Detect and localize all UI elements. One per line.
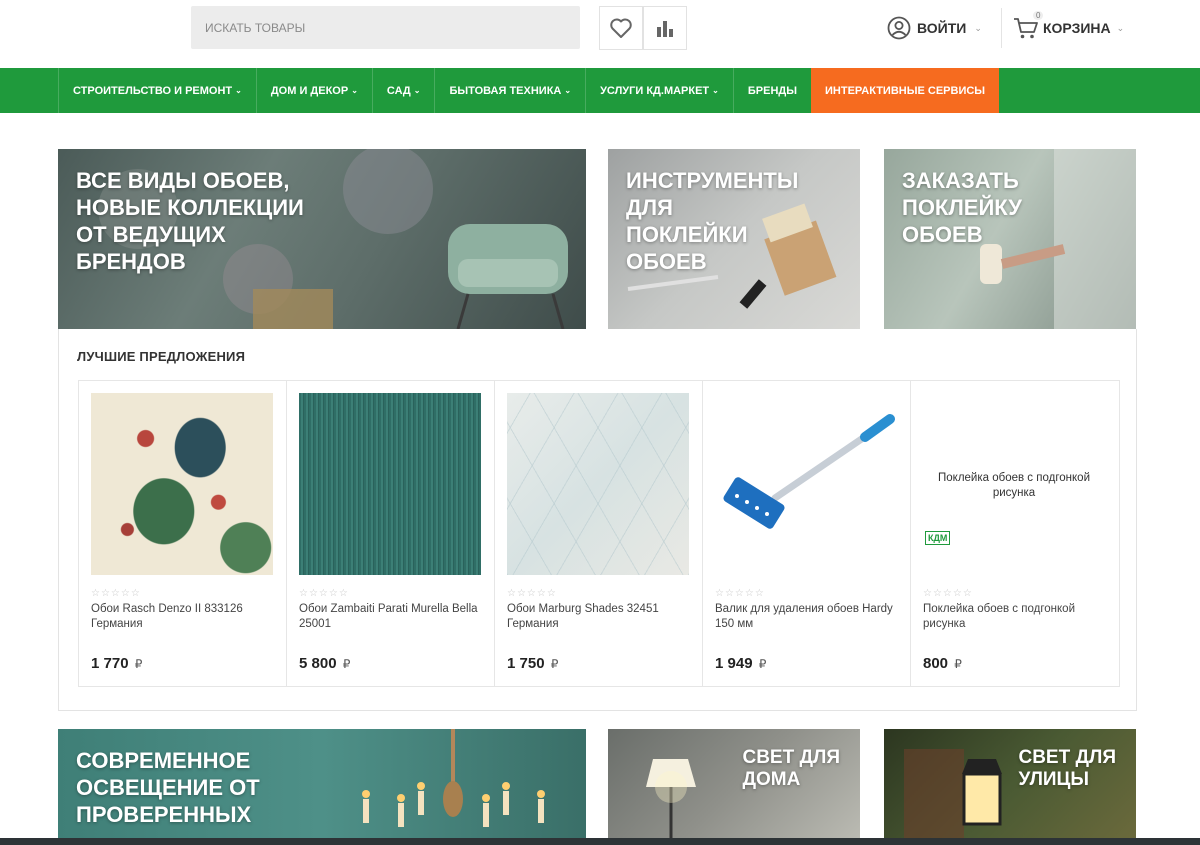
product-card[interactable]: ☆☆☆☆☆ Обои Rasch Denzo II 833126 Германи…: [79, 381, 287, 686]
product-name[interactable]: Обои Rasch Denzo II 833126 Германия: [91, 602, 277, 632]
product-name[interactable]: Поклейка обоев с подгонкой рисунка: [923, 602, 1109, 632]
banner-tools-text: ИНСТРУМЕНТЫ ДЛЯ ПОКЛЕЙКИ ОБОЕВ: [626, 168, 799, 274]
banner-home-light-text: СВЕТ ДЛЯ ДОМА: [742, 747, 840, 790]
product-price: 800 ₽: [923, 655, 962, 672]
product-card[interactable]: ☆☆☆☆☆ Обои Marburg Shades 32451 Германия…: [495, 381, 703, 686]
cart-button[interactable]: 0 КОРЗИНА ⌄: [1013, 11, 1125, 42]
best-offers-section: ЛУЧШИЕ ПРЕДЛОЖЕНИЯ ☆☆☆☆☆ Обои Rasch Denz…: [58, 329, 1137, 711]
banner-lighting[interactable]: СОВРЕМЕННОЕ ОСВЕЩЕНИЕ ОТ ПРОВЕРЕННЫХ: [58, 729, 586, 845]
chevron-down-icon: ⌄: [712, 86, 719, 95]
banner-wallpapers-text: ВСЕ ВИДЫ ОБОЕВ, НОВЫЕ КОЛЛЕКЦИИ ОТ ВЕДУЩ…: [76, 168, 304, 274]
product-image[interactable]: [507, 393, 689, 575]
nav-item-interactive-services[interactable]: ИНТЕРАКТИВНЫЕ СЕРВИСЫ: [811, 68, 1000, 113]
product-price: 5 800 ₽: [299, 655, 351, 672]
banner-home-light[interactable]: СВЕТ ДЛЯ ДОМА: [608, 729, 860, 845]
login-label: ВОЙТИ: [917, 20, 967, 36]
chevron-down-icon: ⌄: [235, 86, 242, 95]
product-image[interactable]: [299, 393, 481, 575]
product-price: 1 949 ₽: [715, 655, 767, 672]
nav-item-home-decor[interactable]: ДОМ И ДЕКОР ⌄: [255, 68, 372, 113]
main-nav: СТРОИТЕЛЬСТВО И РЕМОНТ ⌄ ДОМ И ДЕКОР ⌄ САД…: [0, 68, 1200, 113]
banner-wallpapers[interactable]: ВСЕ ВИДЫ ОБОЕВ, НОВЫЕ КОЛЛЕКЦИИ ОТ ВЕДУЩ…: [58, 149, 586, 329]
login-button[interactable]: ВОЙТИ ⌄: [887, 14, 982, 42]
nav-item-garden[interactable]: САД ⌄: [371, 68, 435, 113]
site-header: ВОЙТИ ⌄ 0 КОРЗИНА ⌄: [0, 0, 1200, 68]
rating-stars: ☆☆☆☆☆: [299, 588, 349, 599]
banner-street-light[interactable]: СВЕТ ДЛЯ УЛИЦЫ: [884, 729, 1136, 845]
header-divider: [1001, 8, 1002, 48]
chevron-down-icon: ⌄: [564, 86, 572, 95]
nav-item-construction[interactable]: СТРОИТЕЛЬСТВО И РЕМОНТ ⌄: [58, 68, 256, 113]
rating-stars: ☆☆☆☆☆: [923, 588, 973, 599]
product-card[interactable]: ☆☆☆☆☆ Обои Zambaiti Parati Murella Bella…: [287, 381, 495, 686]
bar-chart-icon: [657, 21, 673, 37]
product-image[interactable]: [91, 393, 273, 575]
bottom-bar: [0, 838, 1200, 845]
product-name[interactable]: Обои Marburg Shades 32451 Германия: [507, 602, 693, 632]
banner-order-text: ЗАКАЗАТЬ ПОКЛЕЙКУ ОБОЕВ: [902, 168, 1022, 247]
rating-stars: ☆☆☆☆☆: [91, 588, 141, 599]
banner-lighting-text: СОВРЕМЕННОЕ ОСВЕЩЕНИЕ ОТ ПРОВЕРЕННЫХ: [76, 748, 260, 827]
brand-logo: КДМ: [925, 531, 951, 545]
heart-icon: [610, 18, 632, 38]
product-image[interactable]: Поклейка обоев с подгонкой рисунка КДМ: [923, 393, 1105, 575]
banner-tools[interactable]: ИНСТРУМЕНТЫ ДЛЯ ПОКЛЕЙКИ ОБОЕВ: [608, 149, 860, 329]
rating-stars: ☆☆☆☆☆: [507, 588, 557, 599]
nav-items: СТРОИТЕЛЬСТВО И РЕМОНТ ⌄ ДОМ И ДЕКОР ⌄ САД…: [58, 68, 1000, 113]
product-carousel: ☆☆☆☆☆ Обои Rasch Denzo II 833126 Германи…: [78, 380, 1120, 687]
product-price: 1 770 ₽: [91, 655, 143, 672]
chevron-down-icon: ⌄: [413, 86, 421, 95]
product-name[interactable]: Валик для удаления обоев Hardy 150 мм: [715, 602, 901, 632]
banner-street-light-text: СВЕТ ДЛЯ УЛИЦЫ: [1018, 747, 1116, 790]
section-title: ЛУЧШИЕ ПРЕДЛОЖЕНИЯ: [77, 349, 246, 364]
user-icon: [887, 16, 911, 40]
chevron-down-icon: ⌄: [351, 86, 358, 95]
chevron-down-icon: ⌄: [974, 22, 982, 33]
cart-count-badge: 0: [1033, 11, 1044, 20]
search-box[interactable]: [191, 6, 580, 49]
compare-button[interactable]: [643, 6, 687, 50]
product-image[interactable]: [715, 393, 897, 575]
cart-label: КОРЗИНА: [1043, 20, 1111, 36]
chevron-down-icon: ⌄: [1116, 22, 1125, 33]
product-card[interactable]: ☆☆☆☆☆ Валик для удаления обоев Hardy 150…: [703, 381, 911, 686]
banner-order-hanging[interactable]: ЗАКАЗАТЬ ПОКЛЕЙКУ ОБОЕВ: [884, 149, 1136, 329]
rating-stars: ☆☆☆☆☆: [715, 588, 765, 599]
product-price: 1 750 ₽: [507, 655, 559, 672]
nav-item-appliances[interactable]: БЫТОВАЯ ТЕХНИКА ⌄: [434, 68, 585, 113]
product-card[interactable]: Поклейка обоев с подгонкой рисунка КДМ ☆…: [911, 381, 1119, 686]
product-name[interactable]: Обои Zambaiti Parati Murella Bella 25001: [299, 602, 485, 632]
roller-tool-image: [723, 414, 895, 529]
nav-item-brands[interactable]: БРЕНДЫ: [732, 68, 811, 113]
nav-item-services[interactable]: УСЛУГИ КД.МАРКЕТ ⌄: [585, 68, 733, 113]
favorites-button[interactable]: [599, 6, 643, 50]
service-image-text: Поклейка обоев с подгонкой рисунка: [938, 472, 1090, 499]
search-input[interactable]: [191, 6, 580, 49]
